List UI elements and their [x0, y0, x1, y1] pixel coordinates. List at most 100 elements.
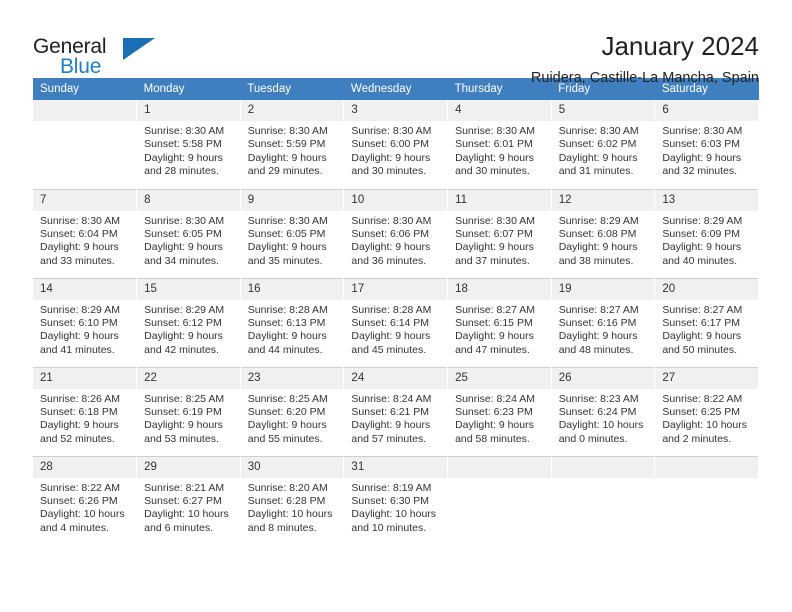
- calendar-day-cell[interactable]: 5 Sunrise: 8:30 AM Sunset: 6:02 PM Daylight…: [551, 100, 656, 189]
- calendar-empty-cell: [551, 455, 656, 545]
- sunrise-text: Sunrise: 8:30 AM: [351, 125, 432, 137]
- daylight-text-line2: and 37 minutes.: [455, 254, 530, 267]
- calendar-day-cell[interactable]: 31 Sunrise: 8:19 AM Sunset: 6:30 PM Dayligh…: [343, 455, 449, 545]
- calendar-day-cell[interactable]: 14 Sunrise: 8:29 AM Sunset: 6:10 PM Dayligh…: [33, 277, 138, 367]
- day-number: 9: [240, 189, 344, 211]
- brand-name-general: General: [33, 35, 107, 58]
- daylight-text-line1: Daylight: 9 hours: [247, 151, 327, 164]
- calendar-week-row: 21 Sunrise: 8:26 AM Sunset: 6:18 PM Dayligh…: [33, 366, 759, 456]
- day-number: 22: [137, 367, 240, 389]
- day-number: 29: [137, 456, 240, 478]
- sunset-text: Sunset: 6:09 PM: [662, 227, 740, 240]
- daylight-text-line2: and 0 minutes.: [558, 432, 628, 445]
- calendar-week-row: 1 Sunrise: 8:30 AM Sunset: 5:58 PM Daylight…: [33, 100, 759, 189]
- sunrise-text: Sunrise: 8:30 AM: [144, 214, 225, 227]
- sunrise-text: Sunrise: 8:29 AM: [558, 214, 639, 227]
- daylight-text-line2: and 34 minutes.: [144, 254, 219, 267]
- sunrise-text: Sunrise: 8:30 AM: [144, 125, 225, 137]
- calendar-day-cell[interactable]: 12 Sunrise: 8:29 AM Sunset: 6:08 PM Dayligh…: [551, 188, 656, 278]
- sunset-text: Sunset: 6:15 PM: [455, 316, 533, 329]
- calendar-day-cell[interactable]: 24 Sunrise: 8:24 AM Sunset: 6:21 PM Dayligh…: [343, 366, 449, 456]
- day-number: [655, 456, 758, 478]
- day-number: 21: [33, 367, 137, 389]
- sunrise-text: Sunrise: 8:30 AM: [351, 214, 432, 227]
- sunset-text: Sunset: 6:19 PM: [144, 405, 222, 418]
- calendar-day-cell[interactable]: 25 Sunrise: 8:24 AM Sunset: 6:23 PM Dayligh…: [447, 366, 552, 456]
- daylight-text-line1: Daylight: 9 hours: [144, 241, 223, 254]
- calendar-day-cell[interactable]: 9 Sunrise: 8:30 AM Sunset: 6:05 PM Daylight…: [240, 188, 345, 278]
- day-details: Sunrise: 8:30 AM Sunset: 6:03 PM Daylight:…: [655, 121, 758, 179]
- sunset-text: Sunset: 6:04 PM: [40, 227, 118, 240]
- day-details: Sunrise: 8:29 AM Sunset: 6:08 PM Daylight:…: [552, 211, 655, 269]
- sunrise-text: Sunrise: 8:27 AM: [662, 303, 743, 316]
- daylight-text-line1: Daylight: 9 hours: [558, 330, 638, 343]
- daylight-text-line1: Daylight: 10 hours: [558, 419, 644, 432]
- calendar-day-cell[interactable]: 26 Sunrise: 8:23 AM Sunset: 6:24 PM Dayligh…: [551, 366, 656, 456]
- calendar-day-cell[interactable]: 27 Sunrise: 8:22 AM Sunset: 6:25 PM Dayligh…: [654, 366, 759, 456]
- sunset-text: Sunset: 6:06 PM: [351, 227, 430, 240]
- daylight-text-line1: Daylight: 9 hours: [40, 241, 119, 254]
- daylight-text-line2: and 6 minutes.: [144, 521, 214, 534]
- sunset-text: Sunset: 6:13 PM: [247, 316, 326, 329]
- day-number: 17: [344, 278, 448, 300]
- calendar-table: Sunday Monday Tuesday Wednesday Thursday…: [33, 78, 759, 545]
- calendar-day-cell[interactable]: 6 Sunrise: 8:30 AM Sunset: 6:03 PM Daylight…: [654, 100, 759, 189]
- sunset-text: Sunset: 6:28 PM: [247, 494, 326, 507]
- daylight-text-line2: and 47 minutes.: [455, 343, 530, 356]
- daylight-text-line1: Daylight: 9 hours: [144, 419, 223, 432]
- sunset-text: Sunset: 6:24 PM: [558, 405, 637, 418]
- daylight-text-line1: Daylight: 10 hours: [40, 508, 125, 521]
- calendar-day-cell[interactable]: 8 Sunrise: 8:30 AM Sunset: 6:05 PM Daylight…: [136, 188, 241, 278]
- calendar-day-cell[interactable]: 4 Sunrise: 8:30 AM Sunset: 6:01 PM Daylight…: [447, 100, 552, 189]
- day-details: Sunrise: 8:24 AM Sunset: 6:23 PM Daylight:…: [448, 389, 551, 447]
- day-details: Sunrise: 8:24 AM Sunset: 6:21 PM Daylight:…: [344, 389, 447, 447]
- daylight-text-line2: and 41 minutes.: [40, 343, 115, 356]
- sunset-text: Sunset: 6:20 PM: [247, 405, 326, 418]
- sunset-text: Sunset: 6:12 PM: [144, 316, 222, 329]
- day-number: [33, 100, 137, 121]
- daylight-text-line1: Daylight: 9 hours: [455, 330, 534, 343]
- calendar-day-cell[interactable]: 28 Sunrise: 8:22 AM Sunset: 6:26 PM Dayligh…: [33, 455, 138, 545]
- calendar-day-cell[interactable]: 15 Sunrise: 8:29 AM Sunset: 6:12 PM Dayligh…: [136, 277, 241, 367]
- calendar-day-cell[interactable]: 16 Sunrise: 8:28 AM Sunset: 6:13 PM Dayligh…: [240, 277, 345, 367]
- daylight-text-line2: and 30 minutes.: [455, 165, 530, 178]
- day-details: Sunrise: 8:26 AM Sunset: 6:18 PM Daylight:…: [33, 389, 136, 447]
- calendar-day-cell[interactable]: 7 Sunrise: 8:30 AM Sunset: 6:04 PM Daylight…: [33, 188, 138, 278]
- calendar-day-cell[interactable]: 13 Sunrise: 8:29 AM Sunset: 6:09 PM Dayligh…: [654, 188, 759, 278]
- daylight-text-line1: Daylight: 9 hours: [247, 419, 327, 432]
- calendar-day-cell[interactable]: 30 Sunrise: 8:20 AM Sunset: 6:28 PM Dayligh…: [240, 455, 345, 545]
- daylight-text-line1: Daylight: 9 hours: [558, 151, 638, 164]
- calendar-day-cell[interactable]: 18 Sunrise: 8:27 AM Sunset: 6:15 PM Dayligh…: [447, 277, 552, 367]
- day-number: 3: [344, 100, 448, 121]
- calendar-day-cell[interactable]: 10 Sunrise: 8:30 AM Sunset: 6:06 PM Dayligh…: [343, 188, 449, 278]
- sunset-text: Sunset: 6:05 PM: [247, 227, 326, 240]
- calendar-day-cell[interactable]: 22 Sunrise: 8:25 AM Sunset: 6:19 PM Dayligh…: [136, 366, 241, 456]
- page-title: January 2024: [601, 31, 759, 61]
- day-number: 12: [551, 189, 655, 211]
- calendar-day-cell[interactable]: 20 Sunrise: 8:27 AM Sunset: 6:17 PM Dayligh…: [654, 277, 759, 367]
- calendar-day-cell[interactable]: 11 Sunrise: 8:30 AM Sunset: 6:07 PM Dayligh…: [447, 188, 552, 278]
- calendar-day-cell[interactable]: 23 Sunrise: 8:25 AM Sunset: 6:20 PM Dayligh…: [240, 366, 345, 456]
- brand-logo: General Blue: [33, 30, 173, 82]
- daylight-text-line1: Daylight: 9 hours: [662, 330, 742, 343]
- day-details: Sunrise: 8:23 AM Sunset: 6:24 PM Daylight:…: [552, 389, 655, 447]
- daylight-text-line1: Daylight: 9 hours: [40, 419, 119, 432]
- calendar-day-cell[interactable]: 17 Sunrise: 8:28 AM Sunset: 6:14 PM Dayligh…: [343, 277, 449, 367]
- sunrise-text: Sunrise: 8:30 AM: [247, 214, 328, 227]
- day-details: Sunrise: 8:30 AM Sunset: 6:07 PM Daylight:…: [448, 211, 551, 269]
- calendar-day-cell[interactable]: 21 Sunrise: 8:26 AM Sunset: 6:18 PM Dayligh…: [33, 366, 138, 456]
- sunrise-text: Sunrise: 8:24 AM: [351, 392, 432, 405]
- daylight-text-line1: Daylight: 10 hours: [662, 419, 747, 432]
- calendar-day-cell[interactable]: 29 Sunrise: 8:21 AM Sunset: 6:27 PM Dayligh…: [136, 455, 241, 545]
- sunrise-text: Sunrise: 8:25 AM: [247, 392, 328, 405]
- daylight-text-line2: and 32 minutes.: [662, 165, 738, 178]
- daylight-text-line1: Daylight: 9 hours: [351, 330, 431, 343]
- calendar-week-row: 14 Sunrise: 8:29 AM Sunset: 6:10 PM Dayligh…: [33, 277, 759, 367]
- calendar-day-cell[interactable]: 1 Sunrise: 8:30 AM Sunset: 5:58 PM Daylight…: [136, 100, 241, 189]
- day-number: 7: [33, 189, 137, 211]
- calendar-day-cell[interactable]: 19 Sunrise: 8:27 AM Sunset: 6:16 PM Dayligh…: [551, 277, 656, 367]
- calendar-day-cell[interactable]: 2 Sunrise: 8:30 AM Sunset: 5:59 PM Daylight…: [240, 100, 345, 189]
- calendar-day-cell[interactable]: 3 Sunrise: 8:30 AM Sunset: 6:00 PM Daylight…: [343, 100, 449, 189]
- sunrise-text: Sunrise: 8:20 AM: [247, 481, 328, 494]
- day-number: 25: [448, 367, 551, 389]
